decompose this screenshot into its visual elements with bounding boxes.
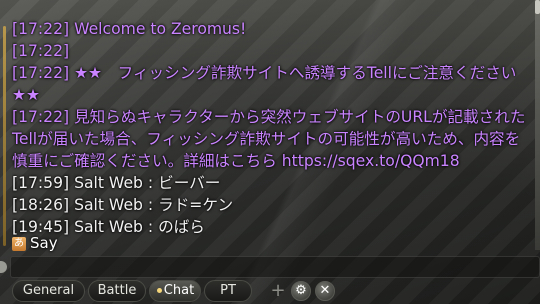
- message-timestamp: [18:26]: [12, 196, 70, 214]
- message-separator: :: [142, 174, 159, 192]
- chat-scroll-thumb[interactable]: [535, 0, 540, 14]
- plus-icon[interactable]: +: [270, 281, 286, 301]
- chat-message: [17:22]: [12, 40, 534, 62]
- message-text: ★★ フィッシング詐欺サイトへ誘導するTellにご注意ください ★★: [12, 64, 532, 104]
- message-timestamp: [17:22]: [12, 20, 70, 38]
- message-separator: :: [142, 196, 159, 214]
- unread-indicator: [157, 288, 162, 293]
- input-mode-icon[interactable]: あ: [12, 237, 26, 251]
- tab-general[interactable]: General: [12, 280, 85, 302]
- chat-message: [17:59] Salt Web : ビーバー: [12, 172, 534, 194]
- message-text: ラド=ケン: [158, 196, 234, 214]
- tab-label: General: [22, 283, 75, 298]
- message-sender[interactable]: Salt Web: [74, 174, 143, 192]
- message-timestamp: [17:59]: [12, 174, 70, 192]
- message-text: Welcome to Zeromus!: [74, 20, 247, 38]
- message-timestamp: [17:22]: [12, 108, 70, 126]
- tab-battle[interactable]: Battle: [88, 280, 146, 302]
- tab-label: PT: [220, 283, 236, 298]
- close-icon[interactable]: ✕: [315, 281, 335, 301]
- chat-input-row: あ Say: [0, 233, 540, 283]
- chat-message: [17:22] ★★ フィッシング詐欺サイトへ誘導するTellにご注意ください …: [12, 62, 534, 106]
- message-text: ビーバー: [158, 174, 221, 192]
- chat-tab-bar: General Battle Chat PT + ⚙ ✕: [0, 279, 540, 304]
- gear-icon[interactable]: ⚙: [291, 281, 311, 301]
- message-sender[interactable]: Salt Web: [74, 196, 143, 214]
- message-text: 見知らぬキャラクターから突然ウェブサイトのURLが記載されたTellが届いた場合…: [12, 108, 526, 170]
- chat-log: [17:22] Welcome to Zeromus! [17:22] [17:…: [12, 18, 534, 238]
- message-timestamp: [17:22]: [12, 64, 70, 82]
- chat-scrollbar[interactable]: [535, 0, 540, 250]
- chat-log-window: [17:22] Welcome to Zeromus! [17:22] [17:…: [0, 0, 540, 304]
- tab-pt[interactable]: PT: [204, 280, 252, 302]
- chat-message: [18:26] Salt Web : ラド=ケン: [12, 194, 534, 216]
- tab-chat[interactable]: Chat: [149, 280, 201, 302]
- chat-input[interactable]: [10, 256, 540, 278]
- message-timestamp: [17:22]: [12, 42, 70, 60]
- chat-message: [17:22] Welcome to Zeromus!: [12, 18, 534, 40]
- chat-message: [17:22] 見知らぬキャラクターから突然ウェブサイトのURLが記載されたTe…: [12, 106, 534, 172]
- chat-left-rail: [3, 26, 6, 246]
- tab-label: Battle: [97, 283, 137, 298]
- chat-resize-handle[interactable]: [0, 261, 7, 273]
- chat-channel-label[interactable]: Say: [30, 234, 58, 252]
